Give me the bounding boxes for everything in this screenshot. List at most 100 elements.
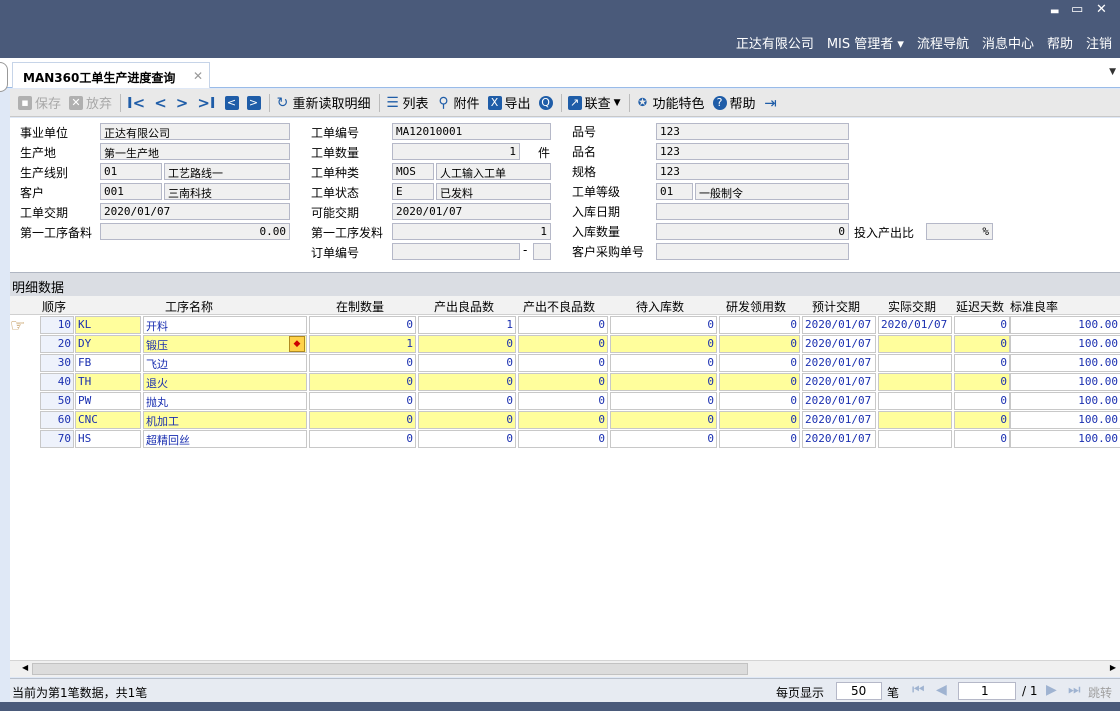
cell-delay[interactable]: 0 <box>954 354 1010 372</box>
cell-name[interactable]: 抛丸 <box>143 392 307 410</box>
cell-rate[interactable]: 100.00 <box>1010 392 1120 410</box>
cell-pending[interactable]: 0 <box>610 335 717 353</box>
table-row[interactable]: 60 CNC 机加工 0 0 0 0 0 2020/01/07 0 100.00 <box>10 410 1120 429</box>
cell-seq[interactable]: 50 <box>40 392 74 410</box>
cell-good[interactable]: 0 <box>418 392 516 410</box>
cell-actual[interactable] <box>878 392 952 410</box>
customer-name-field[interactable]: 三南科技 <box>164 183 290 200</box>
cell-rd[interactable]: 0 <box>719 411 800 429</box>
reload-detail-button[interactable]: ↻ 重新读取明细 <box>276 93 371 113</box>
cell-bad[interactable]: 0 <box>518 335 608 353</box>
go-button[interactable]: 跳转 <box>1088 684 1112 701</box>
scroll-right-icon[interactable]: ▶ <box>1110 663 1116 672</box>
edit-lookup-icon[interactable]: ◆ <box>289 336 305 352</box>
col-process-name[interactable]: 工序名称 <box>165 298 213 315</box>
line-code-field[interactable]: 01 <box>100 163 162 180</box>
cust-po-field[interactable] <box>656 243 849 260</box>
close-tab-icon[interactable]: ✕ <box>193 69 203 83</box>
cell-good[interactable]: 0 <box>418 373 516 391</box>
business-unit-field[interactable]: 正达有限公司 <box>100 123 290 140</box>
cell-rd[interactable]: 0 <box>719 430 800 448</box>
cell-name[interactable]: 机加工 <box>143 411 307 429</box>
col-pending[interactable]: 待入库数 <box>636 298 684 315</box>
cell-good[interactable]: 0 <box>418 411 516 429</box>
part-name-field[interactable]: 123 <box>656 143 849 160</box>
cell-actual[interactable] <box>878 373 952 391</box>
cell-plan[interactable]: 2020/01/07 <box>802 411 876 429</box>
tab-menu-icon[interactable]: ▼ <box>1109 67 1116 77</box>
first-prep-field[interactable]: 0.00 <box>100 223 290 240</box>
cell-delay[interactable]: 0 <box>954 316 1010 334</box>
cell-actual[interactable]: 2020/01/07 <box>878 316 952 334</box>
table-row[interactable]: 20 DY 锻压 1 0 0 0 0 2020/01/07 0 100.00 ◆ <box>10 334 1120 353</box>
help-link[interactable]: 帮助 <box>1047 33 1073 52</box>
table-row[interactable]: 30 FB 飞边 0 0 0 0 0 2020/01/07 0 100.00 <box>10 353 1120 372</box>
cell-plan[interactable]: 2020/01/07 <box>802 316 876 334</box>
cell-rd[interactable]: 0 <box>719 335 800 353</box>
cell-rate[interactable]: 100.00 <box>1010 430 1120 448</box>
cell-wip[interactable]: 0 <box>309 373 416 391</box>
scroll-thumb[interactable] <box>32 663 748 675</box>
cell-actual[interactable] <box>878 354 952 372</box>
scroll-left-icon[interactable]: ◀ <box>22 663 28 672</box>
cell-pending[interactable]: 0 <box>610 392 717 410</box>
col-seq[interactable]: 顺序 <box>42 298 66 315</box>
wo-type-name-field[interactable]: 人工输入工单 <box>436 163 551 180</box>
table-row[interactable]: 40 TH 退火 0 0 0 0 0 2020/01/07 0 100.00 <box>10 372 1120 391</box>
page-input[interactable]: 1 <box>958 682 1016 700</box>
cell-bad[interactable]: 0 <box>518 411 608 429</box>
cell-seq[interactable]: 20 <box>40 335 74 353</box>
site-field[interactable]: 第一生产地 <box>100 143 290 160</box>
wo-status-code-field[interactable]: E <box>392 183 434 200</box>
cell-good[interactable]: 0 <box>418 354 516 372</box>
cell-actual[interactable] <box>878 411 952 429</box>
message-center-link[interactable]: 消息中心 <box>982 33 1034 52</box>
cell-actual[interactable] <box>878 335 952 353</box>
cell-pending[interactable]: 0 <box>610 411 717 429</box>
cell-wip[interactable]: 0 <box>309 392 416 410</box>
col-rd[interactable]: 研发领用数 <box>726 298 786 315</box>
last-page-icon[interactable]: ⏭ <box>1068 682 1081 698</box>
cell-plan[interactable]: 2020/01/07 <box>802 335 876 353</box>
first-page-icon[interactable]: ⏮ <box>912 682 925 698</box>
first-issue-field[interactable]: 1 <box>392 223 551 240</box>
wo-level-name-field[interactable]: 一般制令 <box>695 183 849 200</box>
cell-rate[interactable]: 100.00 <box>1010 316 1120 334</box>
cell-rd[interactable]: 0 <box>719 316 800 334</box>
cell-good[interactable]: 0 <box>418 430 516 448</box>
help-button[interactable]: ? 帮助 <box>712 93 756 112</box>
table-row[interactable]: 70 HS 超精回丝 0 0 0 0 0 2020/01/07 0 100.00 <box>10 429 1120 448</box>
list-button[interactable]: ☰ 列表 <box>386 93 428 113</box>
cell-pending[interactable]: 0 <box>610 354 717 372</box>
cell-code[interactable]: TH <box>75 373 141 391</box>
cell-code[interactable]: HS <box>75 430 141 448</box>
logout-link[interactable]: 注销 <box>1086 33 1112 52</box>
cell-good[interactable]: 0 <box>418 335 516 353</box>
cell-plan[interactable]: 2020/01/07 <box>802 430 876 448</box>
flow-nav-link[interactable]: 流程导航 <box>917 33 969 52</box>
cell-seq[interactable]: 30 <box>40 354 74 372</box>
line-name-field[interactable]: 工艺路线一 <box>164 163 290 180</box>
cell-rd[interactable]: 0 <box>719 392 800 410</box>
discard-button[interactable]: ✕ 放弃 <box>69 93 112 112</box>
cell-rate[interactable]: 100.00 <box>1010 335 1120 353</box>
cell-bad[interactable]: 0 <box>518 392 608 410</box>
cell-name[interactable]: 开料 <box>143 316 307 334</box>
prev-record-button[interactable]: < <box>154 94 167 112</box>
cell-delay[interactable]: 0 <box>954 335 1010 353</box>
cell-bad[interactable]: 0 <box>518 316 608 334</box>
cell-seq[interactable]: 10 <box>40 316 74 334</box>
cell-name[interactable]: 飞边 <box>143 354 307 372</box>
user-menu[interactable]: MIS 管理者 ▾ <box>827 33 904 52</box>
wo-qty-field[interactable]: 1 <box>392 143 520 160</box>
col-good[interactable]: 产出良品数 <box>434 298 494 315</box>
cell-wip[interactable]: 0 <box>309 354 416 372</box>
order-seq-field[interactable] <box>533 243 551 260</box>
in-qty-field[interactable]: 0 <box>656 223 849 240</box>
cell-code[interactable]: CNC <box>75 411 141 429</box>
cell-pending[interactable]: 0 <box>610 316 717 334</box>
cell-bad[interactable]: 0 <box>518 373 608 391</box>
col-actual-due[interactable]: 实际交期 <box>888 298 936 315</box>
company-link[interactable]: 正达有限公司 <box>736 33 814 52</box>
cell-good[interactable]: 1 <box>418 316 516 334</box>
